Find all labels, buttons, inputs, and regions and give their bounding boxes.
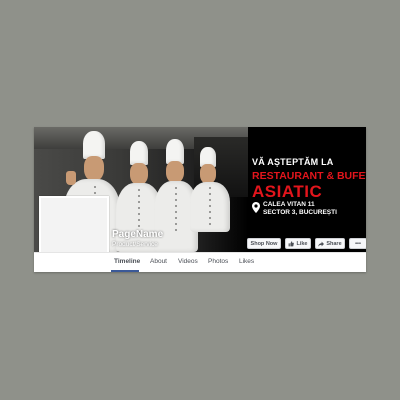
tab-timeline[interactable]: Timeline [114,258,140,265]
address-line-2: SECTOR 3, BUCUREȘTI [263,209,337,216]
tab-likes[interactable]: Likes [239,258,254,265]
active-tab-indicator [111,270,139,272]
share-arrow-icon [318,241,325,247]
tab-about[interactable]: About [150,258,167,265]
thumbs-up-hand [66,171,76,185]
tab-photos[interactable]: Photos [208,258,228,265]
slogan-line-1: VĂ AȘTEPTĂM LA [252,157,334,167]
more-options-button[interactable]: ••• [349,238,366,249]
more-options-icon: ••• [355,240,361,247]
chef-figure [190,147,230,252]
facebook-page-mockup: VĂ AȘTEPTĂM LA RESTAURANT & BUFET ASIATI… [34,127,366,272]
slogan-line-3: ASIATIC [252,182,323,201]
shop-now-button[interactable]: Shop Now [247,238,281,249]
thumbs-up-icon [289,240,295,246]
location-pin-icon [252,202,260,213]
slogan-line-2: RESTAURANT & BUFET [252,170,366,182]
like-button[interactable]: Like [285,238,311,249]
share-label: Share [326,240,342,247]
page-name[interactable]: PageName [112,229,163,240]
like-label: Like [296,240,308,247]
tab-videos[interactable]: Videos [178,258,198,265]
share-button[interactable]: Share [315,238,345,249]
address-line-1: CALEA VITAN 11 [263,201,315,208]
page-tabs: Timeline About Videos Photos Likes [34,252,366,272]
page-category: Product/Service [112,241,158,248]
shop-now-label: Shop Now [250,240,278,247]
cover-slogan: VĂ AȘTEPTĂM LA RESTAURANT & BUFET ASIATI… [252,157,366,202]
